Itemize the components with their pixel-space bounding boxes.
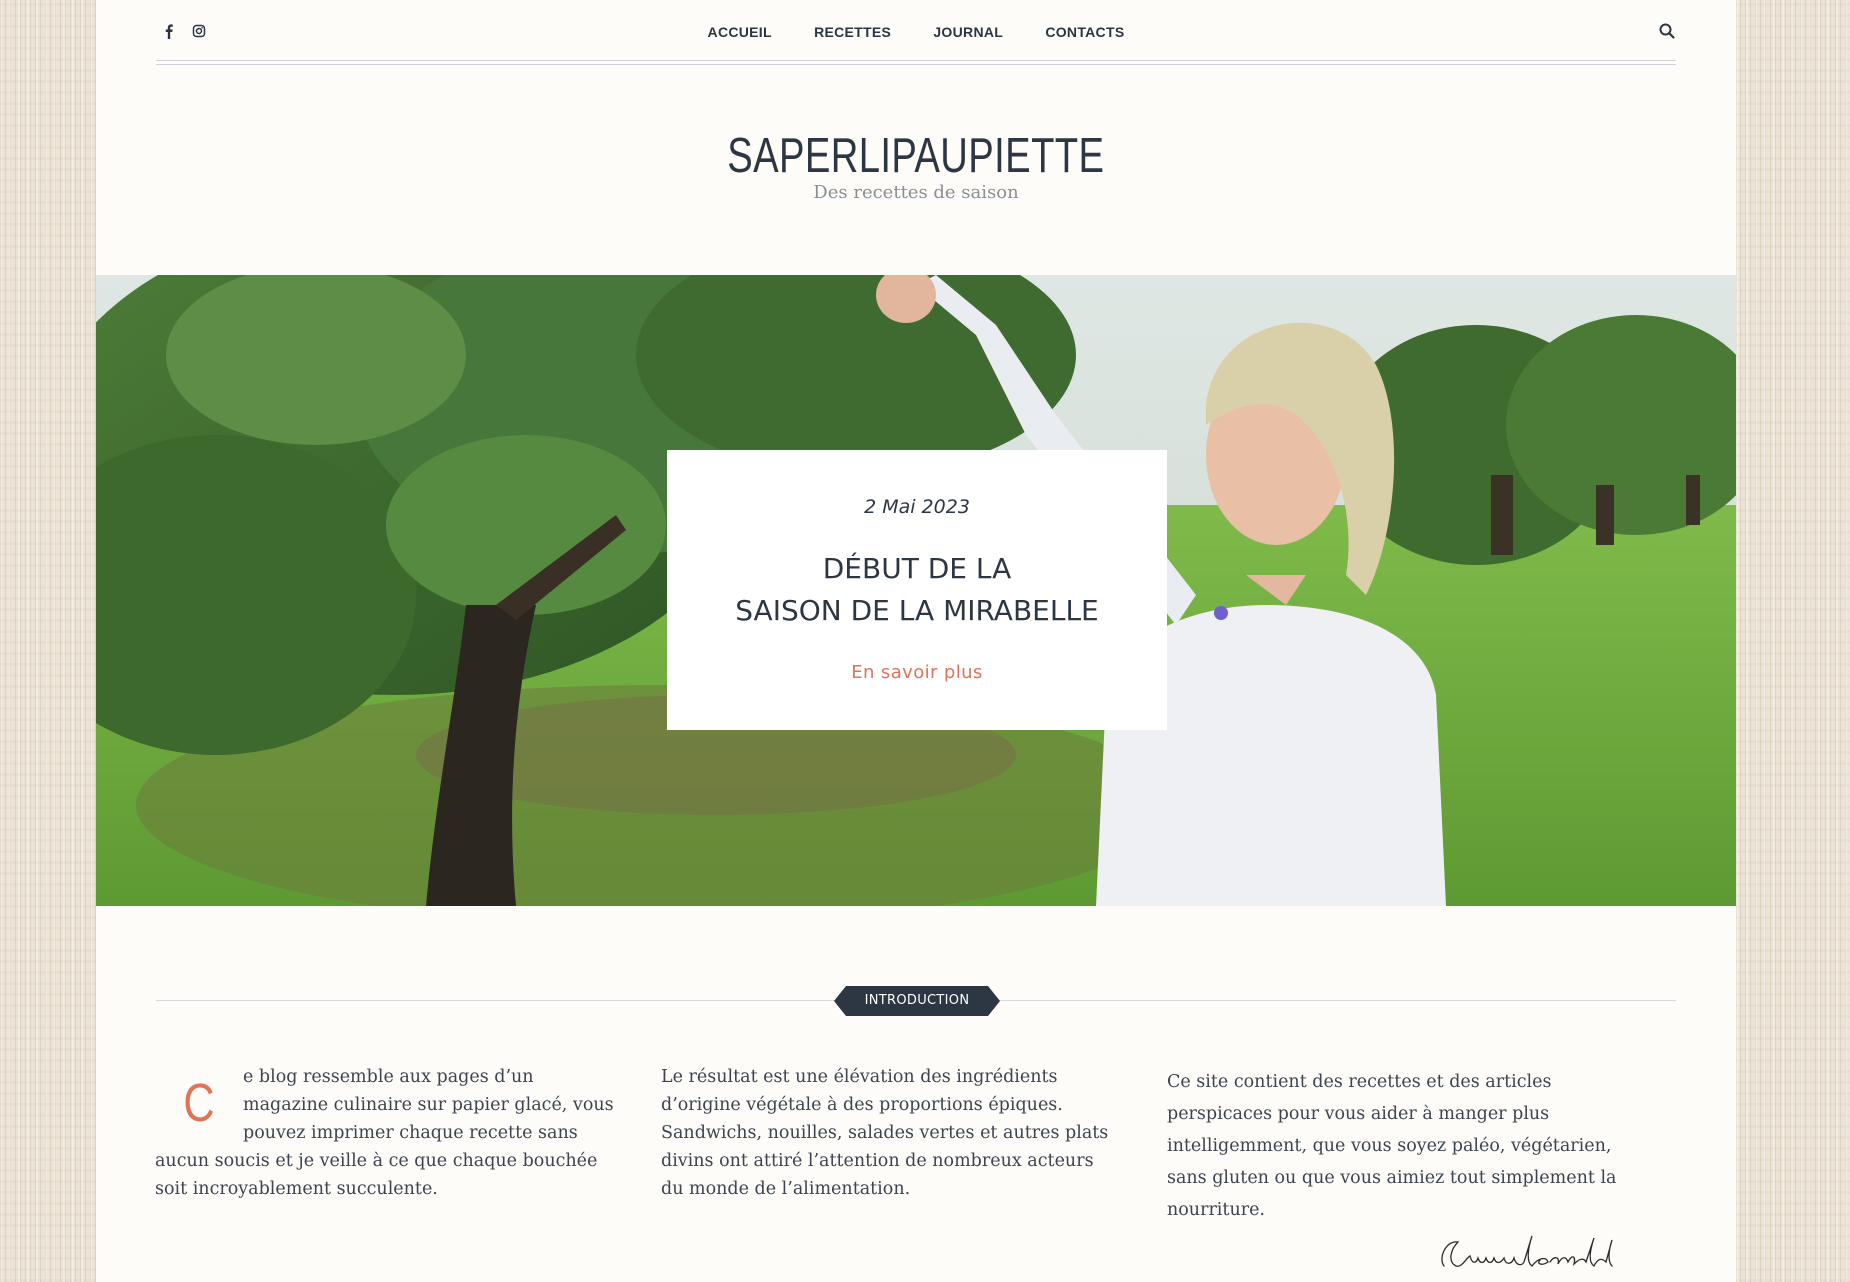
header-divider-secondary [156, 64, 1676, 65]
hero-banner: 2 Mai 2023 DÉBUT DE LA SAISON DE LA MIRA… [96, 275, 1736, 906]
page: ACCUEIL RECETTES JOURNAL CONTACTS SAPERL… [96, 0, 1736, 1282]
post-date: 2 Mai 2023 [864, 496, 970, 518]
nav-item-journal[interactable]: JOURNAL [933, 24, 1003, 40]
site-branding: SAPERLIPAUPIETTE Des recettes de saison [96, 128, 1736, 203]
intro-column-2: Le résultat est une élévation des ingréd… [661, 1067, 1109, 1199]
nav-item-accueil[interactable]: ACCUEIL [708, 24, 772, 40]
intro-column-1: C e blog ressemble aux pages d’un magazi… [155, 1063, 617, 1203]
site-title[interactable]: SAPERLIPAUPIETTE [727, 128, 1104, 184]
search-icon[interactable] [1658, 22, 1676, 40]
drop-cap: C [183, 1073, 215, 1133]
author-signature [1441, 1235, 1613, 1267]
nav-item-recettes[interactable]: RECETTES [814, 24, 891, 40]
main-nav: ACCUEIL RECETTES JOURNAL CONTACTS [156, 24, 1676, 40]
post-title[interactable]: DÉBUT DE LA SAISON DE LA MIRABELLE [667, 548, 1167, 632]
post-title-line-2[interactable]: SAISON DE LA MIRABELLE [667, 590, 1167, 632]
header-divider [156, 60, 1676, 61]
section-badge: INTRODUCTION [834, 986, 1000, 1016]
nav-item-contacts[interactable]: CONTACTS [1045, 24, 1124, 40]
read-more-link[interactable]: En savoir plus [667, 662, 1167, 683]
featured-post-card: 2 Mai 2023 DÉBUT DE LA SAISON DE LA MIRA… [667, 450, 1167, 730]
post-title-line-1[interactable]: DÉBUT DE LA [667, 548, 1167, 590]
site-tagline: Des recettes de saison [813, 182, 1019, 203]
top-bar: ACCUEIL RECETTES JOURNAL CONTACTS [156, 0, 1676, 65]
intro-column-3: Ce site contient des recettes et des art… [1167, 1072, 1617, 1220]
